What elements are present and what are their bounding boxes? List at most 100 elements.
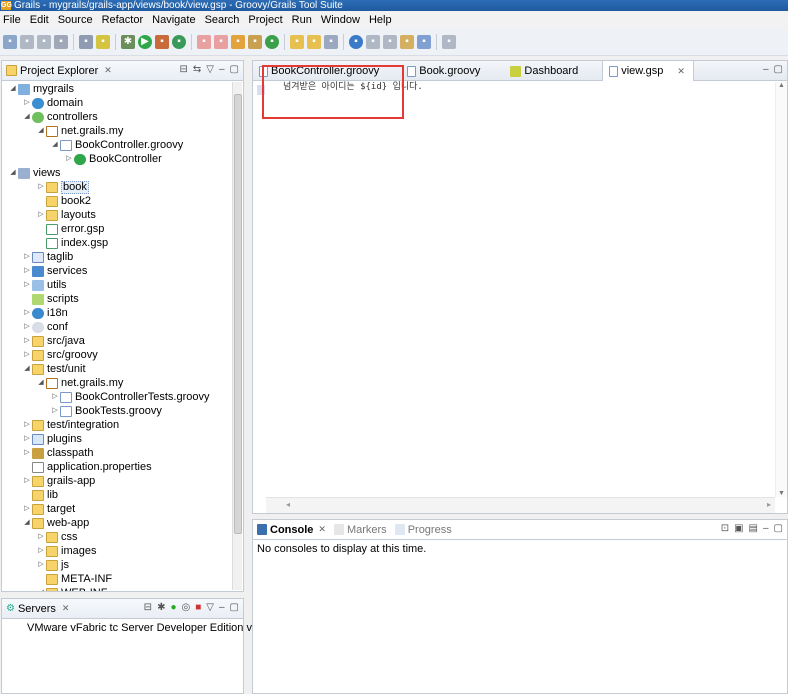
new-project-icon[interactable]: ▪	[231, 34, 245, 49]
tree-item[interactable]: ▷ src/groovy	[2, 348, 231, 362]
tree-item[interactable]: ◢ web-app	[2, 516, 231, 530]
forward-icon[interactable]: ▪	[417, 34, 431, 49]
tab-progress[interactable]: Progress	[408, 524, 452, 536]
tree-item[interactable]: scripts	[2, 292, 231, 306]
tree-item[interactable]: ▷ plugins	[2, 432, 231, 446]
expanded-arrow-icon[interactable]: ◢	[8, 166, 18, 180]
menu-run[interactable]: Run	[292, 14, 312, 26]
display-console-icon[interactable]: ▣	[734, 523, 743, 534]
tree-item[interactable]: ▷ test/integration	[2, 418, 231, 432]
minimize-icon[interactable]: ‒	[763, 64, 769, 75]
expanded-arrow-icon[interactable]: ◢	[8, 82, 18, 96]
maximize-icon[interactable]: ▢	[230, 602, 239, 613]
menu-source[interactable]: Source	[58, 14, 93, 26]
pin-console-icon[interactable]: ⊡	[721, 523, 729, 534]
tree-item[interactable]: ◢ net.grails.my	[2, 124, 231, 138]
collapse-icon[interactable]: ⊟	[144, 602, 152, 613]
tree-item[interactable]: application.properties	[2, 460, 231, 474]
maximize-icon[interactable]: ▢	[230, 64, 239, 75]
tree-item[interactable]: ◢ WEB-INF	[2, 586, 231, 591]
collapsed-arrow-icon[interactable]: ▷	[22, 432, 32, 446]
tree-item[interactable]: ▷ services	[2, 264, 231, 278]
tree-item[interactable]: ◢ views	[2, 166, 231, 180]
collapsed-arrow-icon[interactable]: ▷	[22, 474, 32, 488]
tree-item[interactable]: ▷ conf	[2, 320, 231, 334]
view-menu-icon[interactable]: ▽	[206, 602, 214, 613]
collapsed-arrow-icon[interactable]: ▷	[36, 530, 46, 544]
debug-server-icon[interactable]: ✱	[157, 602, 165, 613]
menu-file[interactable]: File	[3, 14, 21, 26]
view-menu-icon[interactable]: ▽	[206, 64, 214, 75]
tree-item[interactable]: ▷ src/java	[2, 334, 231, 348]
tab-markers[interactable]: Markers	[347, 524, 387, 536]
folder-icon[interactable]: ▪	[307, 34, 321, 49]
collapsed-arrow-icon[interactable]: ▷	[36, 180, 46, 194]
save-icon[interactable]: ▪	[20, 34, 34, 49]
tree-item[interactable]: ▷ book	[2, 180, 231, 194]
new-icon[interactable]: ▪	[3, 34, 17, 49]
collapsed-arrow-icon[interactable]: ▷	[22, 278, 32, 292]
minimize-icon[interactable]: ‒	[763, 523, 769, 534]
next-annotation-icon[interactable]: ▪	[366, 34, 380, 49]
globe-icon[interactable]: ▪	[349, 34, 363, 49]
tree-item[interactable]: ▷ BookControllerTests.groovy	[2, 390, 231, 404]
open-console-icon[interactable]: ▤	[749, 523, 758, 534]
collapsed-arrow-icon[interactable]: ▷	[22, 250, 32, 264]
close-icon[interactable]: ✕	[104, 65, 112, 76]
expanded-arrow-icon[interactable]: ◢	[22, 110, 32, 124]
expanded-arrow-icon[interactable]: ◢	[22, 516, 32, 530]
tree-item[interactable]: ◢ controllers	[2, 110, 231, 124]
project-explorer-title[interactable]: Project Explorer	[20, 65, 98, 77]
save-all-icon[interactable]: ▪	[37, 34, 51, 49]
scroll-left-icon[interactable]: ◂	[286, 500, 290, 509]
horizontal-scrollbar[interactable]: ◂ ▸	[266, 497, 775, 513]
prev-annotation-icon[interactable]: ▪	[383, 34, 397, 49]
close-icon[interactable]: ✕	[62, 603, 70, 614]
tab-dashboard[interactable]: Dashboard	[504, 61, 586, 81]
pin-editor-icon[interactable]: ▪	[442, 34, 456, 49]
tree-item[interactable]: index.gsp	[2, 236, 231, 250]
start-server-icon[interactable]: ●	[170, 602, 176, 613]
menu-project[interactable]: Project	[248, 14, 282, 26]
collapse-all-icon[interactable]: ⊟	[180, 64, 188, 75]
tree-item[interactable]: ▷ taglib	[2, 250, 231, 264]
collapsed-arrow-icon[interactable]: ▷	[22, 446, 32, 460]
maximize-icon[interactable]: ▢	[774, 523, 783, 534]
expanded-arrow-icon[interactable]: ◢	[36, 586, 46, 591]
tree-item[interactable]: ▷ i18n	[2, 306, 231, 320]
tree-item[interactable]: META-INF	[2, 572, 231, 586]
explorer-scrollbar[interactable]	[232, 82, 242, 590]
tree-item[interactable]: ▷ BookController	[2, 152, 231, 166]
run-icon[interactable]: ▶	[138, 34, 152, 49]
groovy-icon[interactable]: ▪	[96, 34, 110, 49]
print-icon[interactable]: ▪	[54, 34, 68, 49]
debug-icon[interactable]: ✱	[121, 34, 135, 49]
tree-item[interactable]: ◢ BookController.groovy	[2, 138, 231, 152]
tree-item[interactable]: ▷ utils	[2, 278, 231, 292]
tree-item[interactable]: lib	[2, 488, 231, 502]
menu-search[interactable]: Search	[205, 14, 240, 26]
back-icon[interactable]: ▪	[400, 34, 414, 49]
expanded-arrow-icon[interactable]: ◢	[36, 124, 46, 138]
overview-ruler[interactable]: ▲ ▼	[775, 82, 787, 497]
link-editor-icon[interactable]: ⇆	[193, 64, 201, 75]
tree-item[interactable]: ▷ target	[2, 502, 231, 516]
tab-console[interactable]: Console	[270, 524, 313, 536]
tree-item[interactable]: ▷ classpath	[2, 446, 231, 460]
tree-item[interactable]: ◢ mygrails	[2, 82, 231, 96]
menu-window[interactable]: Window	[321, 14, 360, 26]
tree-item[interactable]: ▷ grails-app	[2, 474, 231, 488]
menu-navigate[interactable]: Navigate	[152, 14, 195, 26]
minimize-icon[interactable]: ‒	[219, 64, 225, 75]
menu-refactor[interactable]: Refactor	[102, 14, 144, 26]
tree-item[interactable]: book2	[2, 194, 231, 208]
stop-server-icon[interactable]: ■	[195, 602, 201, 613]
collapsed-arrow-icon[interactable]: ▷	[22, 264, 32, 278]
collapsed-arrow-icon[interactable]: ▷	[22, 418, 32, 432]
collapsed-arrow-icon[interactable]: ▷	[22, 348, 32, 362]
collapsed-arrow-icon[interactable]: ▷	[22, 96, 32, 110]
maximize-icon[interactable]: ▢	[774, 64, 783, 75]
scroll-right-icon[interactable]: ▸	[767, 500, 771, 509]
collapsed-arrow-icon[interactable]: ▷	[36, 544, 46, 558]
disconnect-icon[interactable]: ▪	[214, 34, 228, 49]
